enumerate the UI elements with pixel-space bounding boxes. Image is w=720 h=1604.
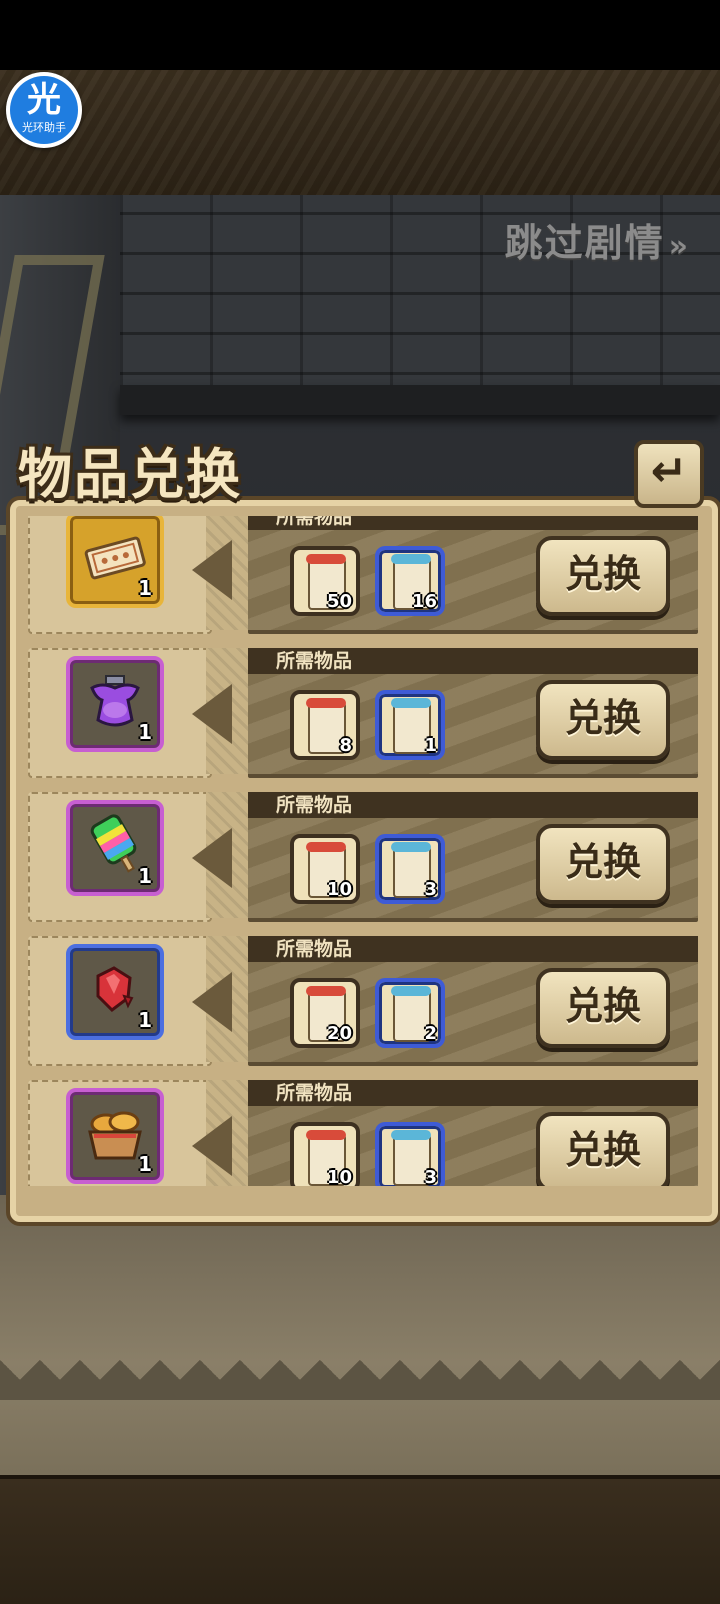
reward-item[interactable]: 1 (66, 944, 164, 1040)
wall-ledge (120, 385, 720, 415)
top-banner (0, 70, 720, 199)
required-items-label: 所需物品 (248, 1080, 698, 1106)
exchange-button[interactable]: 兑换 (536, 1112, 670, 1186)
return-arrow-icon: ↵ (650, 446, 688, 497)
cost-quantity: 8 (339, 735, 352, 756)
floor-edge (0, 1360, 720, 1400)
arrow-left-icon (192, 684, 232, 744)
cost-item[interactable]: 50 (290, 546, 360, 616)
exchange-button[interactable]: 兑换 (536, 536, 670, 616)
cost-item[interactable]: 20 (290, 978, 360, 1048)
double-chevron-icon: » (668, 229, 690, 264)
cost-quantity: 3 (424, 1167, 437, 1186)
required-items-label: 所需物品 (248, 792, 698, 818)
item-quantity: 1 (138, 864, 152, 888)
cost-item[interactable]: 3 (375, 1122, 445, 1186)
skip-story-label: 跳过剧情 (504, 221, 665, 265)
exchange-button-label: 兑换 (564, 552, 641, 596)
cost-quantity: 1 (424, 735, 437, 756)
item-quantity: 1 (138, 1008, 152, 1032)
arrow-left-icon (192, 828, 232, 888)
arrow-left-icon (192, 972, 232, 1032)
arrow-left-icon (192, 1116, 232, 1176)
bottom-banner (0, 1475, 720, 1604)
cost-item[interactable]: 8 (290, 690, 360, 760)
skip-story-button[interactable]: 跳过剧情» (505, 212, 690, 267)
reward-item[interactable]: 1 (66, 800, 164, 896)
required-items-label: 所需物品 (248, 648, 698, 674)
exchange-button-label: 兑换 (564, 984, 641, 1028)
item-quantity: 1 (138, 576, 152, 600)
exchange-row: 所需物品 1 10 3 兑换 (28, 792, 698, 922)
arrow-left-icon (192, 540, 232, 600)
cost-quantity: 20 (326, 1023, 352, 1044)
cost-item[interactable]: 10 (290, 834, 360, 904)
item-quantity: 1 (138, 720, 152, 744)
cost-item[interactable]: 2 (375, 978, 445, 1048)
exchange-row: 所需物品 1 10 3 兑换 (28, 1080, 698, 1186)
cost-item[interactable]: 3 (375, 834, 445, 904)
exchange-row: 所需物品 1 50 16 兑换 (28, 516, 698, 634)
cost-item[interactable]: 10 (290, 1122, 360, 1186)
exchange-button-label: 兑换 (564, 840, 641, 884)
ticket-icon (84, 536, 146, 580)
back-button[interactable]: ↵ (634, 440, 704, 508)
red-crystal-icon (96, 966, 134, 1012)
exchange-button[interactable]: 兑换 (536, 968, 670, 1048)
cost-quantity: 2 (424, 1023, 437, 1044)
exchange-row: 所需物品 1 20 2 兑换 (28, 936, 698, 1066)
cost-quantity: 16 (411, 591, 437, 612)
cost-quantity: 50 (326, 591, 352, 612)
required-items-label: 所需物品 (248, 936, 698, 962)
cost-item[interactable]: 1 (375, 690, 445, 760)
potion-vase-icon (90, 675, 140, 727)
reward-item[interactable]: 1 (66, 656, 164, 752)
exchange-button[interactable]: 兑换 (536, 824, 670, 904)
exchange-button-label: 兑换 (564, 696, 641, 740)
cost-quantity: 10 (326, 879, 352, 900)
halo-helper-button[interactable]: 光 光环助手 (6, 72, 82, 148)
reward-item[interactable]: 1 (66, 1088, 164, 1184)
exchange-row: 所需物品 1 8 1 兑换 (28, 648, 698, 778)
item-quantity: 1 (138, 1152, 152, 1176)
status-bar (0, 0, 720, 70)
exchange-list[interactable]: 所需物品 1 50 16 兑换 所需物品 1 8 1 兑换 所需物品 1 10 … (28, 516, 698, 1186)
cost-quantity: 10 (326, 1167, 352, 1186)
helper-badge: 光 光环助手 (10, 76, 78, 144)
floor-area (0, 1195, 720, 1475)
reward-item[interactable]: 1 (66, 516, 164, 608)
required-items-label: 所需物品 (248, 516, 698, 530)
cost-item[interactable]: 16 (375, 546, 445, 616)
page-title: 物品兑换 (18, 443, 242, 506)
helper-label: 光环助手 (22, 121, 66, 134)
exchange-button[interactable]: 兑换 (536, 680, 670, 760)
helper-logo-char: 光 (27, 80, 61, 120)
cost-quantity: 3 (424, 879, 437, 900)
bread-basket-icon (88, 1111, 142, 1160)
rainbow-popsicle-icon (90, 814, 137, 873)
exchange-button-label: 兑换 (564, 1128, 641, 1172)
